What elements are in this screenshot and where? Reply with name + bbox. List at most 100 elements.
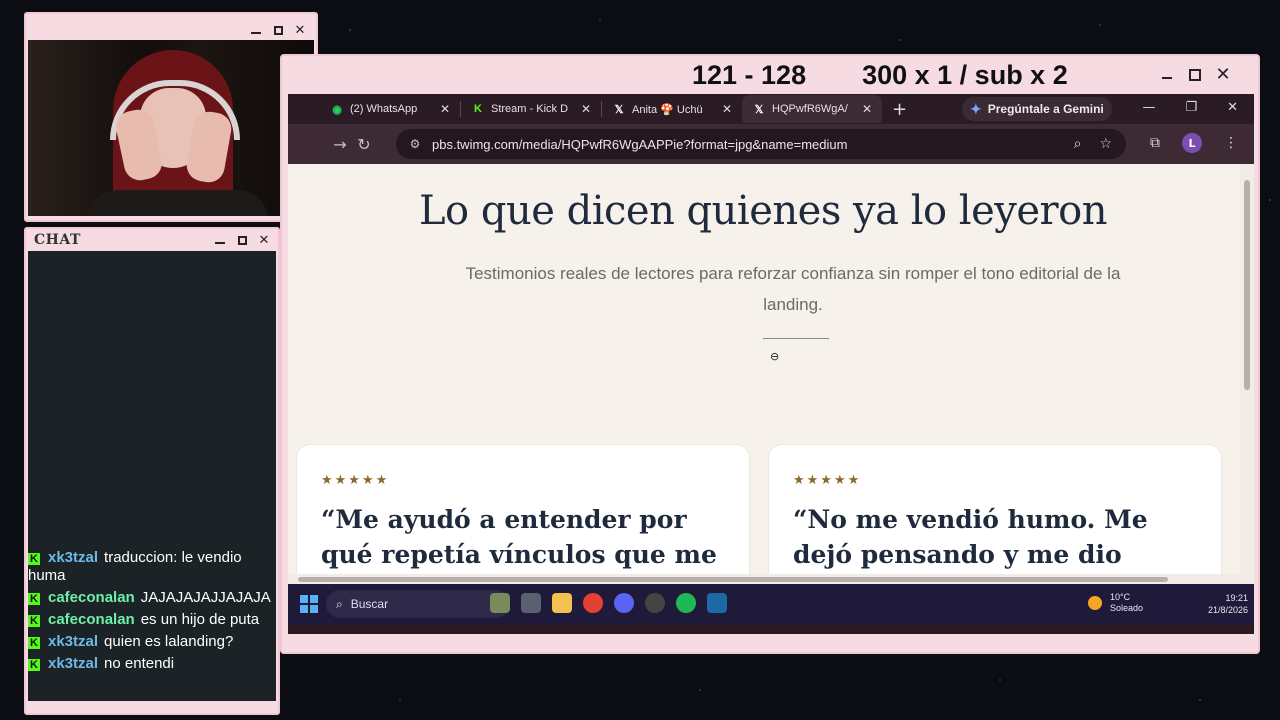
gemini-label: Pregúntale a Gemini bbox=[987, 102, 1104, 116]
bookmark-star-icon[interactable]: ☆ bbox=[1099, 136, 1112, 152]
section-divider bbox=[763, 338, 829, 339]
task-view-icon[interactable] bbox=[521, 593, 541, 613]
kick-badge-icon: K bbox=[28, 637, 40, 649]
page-subheading: Testimonios reales de lectores para refo… bbox=[465, 264, 1121, 314]
star-rating: ★★★★★ bbox=[321, 473, 390, 488]
weather-desc: Soleado bbox=[1110, 603, 1144, 613]
extensions-icon[interactable]: ⧉ bbox=[1150, 135, 1160, 151]
webcam-window-controls: ✕ bbox=[250, 20, 306, 40]
chat-username[interactable]: xk3tzal bbox=[48, 549, 98, 566]
vertical-scrollbar[interactable] bbox=[1240, 164, 1254, 584]
chat-message: Kxk3tzal quien es lalanding? bbox=[28, 633, 272, 651]
maximize-icon[interactable] bbox=[272, 24, 284, 36]
reload-icon[interactable]: ↻ bbox=[352, 135, 376, 154]
close-icon[interactable]: ✕ bbox=[294, 24, 306, 37]
testimonial-card: ★★★★★ “Me ayudó a entender por qué repet… bbox=[296, 444, 750, 584]
chrome-window-controls: — ❐ ✕ bbox=[1142, 100, 1238, 115]
site-info-icon[interactable]: ⚙ bbox=[408, 137, 422, 151]
webcam-titlebar: ✕ bbox=[26, 14, 316, 40]
restore-icon[interactable]: ❐ bbox=[1185, 100, 1197, 115]
chrome-browser: ◉ (2) WhatsApp ✕ K Stream - Kick D ✕ 𝕏 Anita 🍄 … bbox=[288, 94, 1254, 634]
page-viewport[interactable]: Lo que dicen quienes ya lo leyeron Testi… bbox=[288, 164, 1254, 584]
file-explorer-icon[interactable] bbox=[552, 593, 572, 613]
maximize-icon[interactable] bbox=[1188, 68, 1202, 82]
tab-strip: ◉ (2) WhatsApp ✕ K Stream - Kick D ✕ 𝕏 Anita 🍄 … bbox=[288, 94, 1254, 124]
search-icon: ⌕ bbox=[336, 596, 343, 611]
stream-goal-text: 300 x 1 / sub x 2 bbox=[862, 60, 1068, 90]
windows-start-icon[interactable] bbox=[300, 595, 318, 613]
forward-icon[interactable]: → bbox=[328, 135, 352, 154]
address-bar[interactable]: ⚙ pbs.twimg.com/media/HQPwfR6WgAAPPie?fo… bbox=[396, 129, 1126, 159]
taskbar-search[interactable]: ⌕ Buscar bbox=[326, 590, 510, 618]
tab-close-icon[interactable]: ✕ bbox=[581, 102, 591, 116]
toolbar-right: ⧉ L ⋮ bbox=[1150, 133, 1238, 153]
browser-tab[interactable]: 𝕏 HQPwfR6WgA/ ✕ bbox=[742, 95, 882, 123]
zoom-icon[interactable]: ⌕ bbox=[1074, 136, 1082, 152]
tab-close-icon[interactable]: ✕ bbox=[440, 102, 450, 116]
chat-messages[interactable]: Kxk3tzal traduccion: le vendio huma Kcafec… bbox=[28, 251, 276, 701]
webcam-feed bbox=[28, 40, 314, 216]
chat-username[interactable]: xk3tzal bbox=[48, 655, 98, 672]
minimize-icon[interactable] bbox=[214, 234, 226, 246]
taskbar-apps bbox=[490, 593, 727, 613]
tab-close-icon[interactable]: ✕ bbox=[722, 102, 732, 116]
chat-text: JAJAJAJAJJAJAJA bbox=[140, 589, 271, 606]
browser-tab[interactable]: ◉ (2) WhatsApp ✕ bbox=[320, 95, 460, 123]
windows-taskbar: ⌕ Buscar 10°C Soleado 19:21 21/8/2026 bbox=[288, 584, 1254, 624]
steam-icon[interactable] bbox=[707, 593, 727, 613]
testimonial-quote: “No me vendió humo. Me dejó pensando y m… bbox=[793, 505, 1148, 569]
chat-message: Kcafeconalan es un hijo de puta bbox=[28, 611, 272, 629]
clock-time: 19:21 bbox=[1225, 593, 1248, 603]
minimize-icon[interactable] bbox=[250, 24, 262, 36]
omnibox-actions: ⌕ ☆ bbox=[1074, 136, 1112, 152]
widget-icon[interactable] bbox=[490, 593, 510, 613]
star-rating: ★★★★★ bbox=[793, 473, 862, 488]
chat-username[interactable]: cafeconalan bbox=[48, 589, 135, 606]
gemini-button[interactable]: ✦ Pregúntale a Gemini bbox=[962, 97, 1112, 121]
page-headline: Lo que dicen quienes ya lo leyeron bbox=[418, 188, 1108, 234]
webcam-window: ✕ bbox=[24, 12, 318, 222]
clock-date: 21/8/2026 bbox=[1207, 605, 1248, 615]
obs-icon[interactable] bbox=[645, 593, 665, 613]
tab-label: (2) WhatsApp bbox=[350, 103, 418, 115]
browser-tab[interactable]: 𝕏 Anita 🍄 Uchü ✕ bbox=[602, 95, 742, 123]
browser-capture-window: 121 - 128 300 x 1 / sub x 2 ✕ ◉ (2) WhatsA… bbox=[280, 54, 1260, 654]
spotify-icon[interactable] bbox=[676, 593, 696, 613]
chat-message: Kxk3tzal no entendi bbox=[28, 655, 272, 673]
kick-icon: K bbox=[474, 103, 482, 115]
testimonial-card: ★★★★★ “No me vendió humo. Me dejó pensan… bbox=[768, 444, 1222, 584]
kick-badge-icon: K bbox=[28, 553, 40, 565]
close-icon[interactable]: ✕ bbox=[1227, 100, 1238, 115]
browser-toolbar: → ↻ ⚙ pbs.twimg.com/media/HQPwfR6WgAAPPi… bbox=[288, 124, 1254, 164]
chat-window: CHAT ✕ Kxk3tzal traduccion: le vendio hum… bbox=[24, 227, 280, 715]
maximize-icon[interactable] bbox=[236, 234, 248, 246]
horizontal-scrollbar[interactable] bbox=[288, 574, 1240, 584]
close-icon[interactable]: ✕ bbox=[258, 234, 270, 247]
profile-avatar[interactable]: L bbox=[1182, 133, 1202, 153]
taskbar-search-placeholder: Buscar bbox=[350, 597, 389, 611]
discord-icon[interactable] bbox=[614, 593, 634, 613]
chat-username[interactable]: xk3tzal bbox=[48, 633, 98, 650]
minimize-icon[interactable] bbox=[1160, 68, 1174, 82]
tab-list: ◉ (2) WhatsApp ✕ K Stream - Kick D ✕ 𝕏 Anita 🍄 … bbox=[320, 95, 882, 123]
tab-label: Stream - Kick D bbox=[491, 103, 569, 115]
close-icon[interactable]: ✕ bbox=[1215, 66, 1230, 84]
minimize-icon[interactable]: — bbox=[1142, 100, 1155, 115]
tab-close-icon[interactable]: ✕ bbox=[862, 102, 872, 116]
kick-badge-icon: K bbox=[28, 593, 40, 605]
chat-text: no entendi bbox=[104, 655, 175, 672]
browser-tab[interactable]: K Stream - Kick D ✕ bbox=[461, 95, 601, 123]
kick-badge-icon: K bbox=[28, 659, 40, 671]
url-text[interactable]: pbs.twimg.com/media/HQPwfR6WgAAPPie?form… bbox=[432, 137, 847, 152]
x-icon: 𝕏 bbox=[614, 103, 624, 116]
chat-titlebar: CHAT ✕ bbox=[26, 229, 278, 251]
whatsapp-icon: ◉ bbox=[332, 103, 342, 116]
chrome-icon[interactable] bbox=[583, 593, 603, 613]
menu-kebab-icon[interactable]: ⋮ bbox=[1224, 135, 1238, 151]
testimonial-quote: “Me ayudó a entender por qué repetía vín… bbox=[321, 505, 717, 569]
weather-widget[interactable]: 10°C Soleado bbox=[1088, 592, 1143, 614]
chat-username[interactable]: cafeconalan bbox=[48, 611, 135, 628]
taskbar-clock[interactable]: 19:21 21/8/2026 bbox=[1208, 592, 1248, 616]
chat-text: es un hijo de puta bbox=[140, 611, 260, 628]
new-tab-button[interactable]: + bbox=[892, 99, 907, 120]
